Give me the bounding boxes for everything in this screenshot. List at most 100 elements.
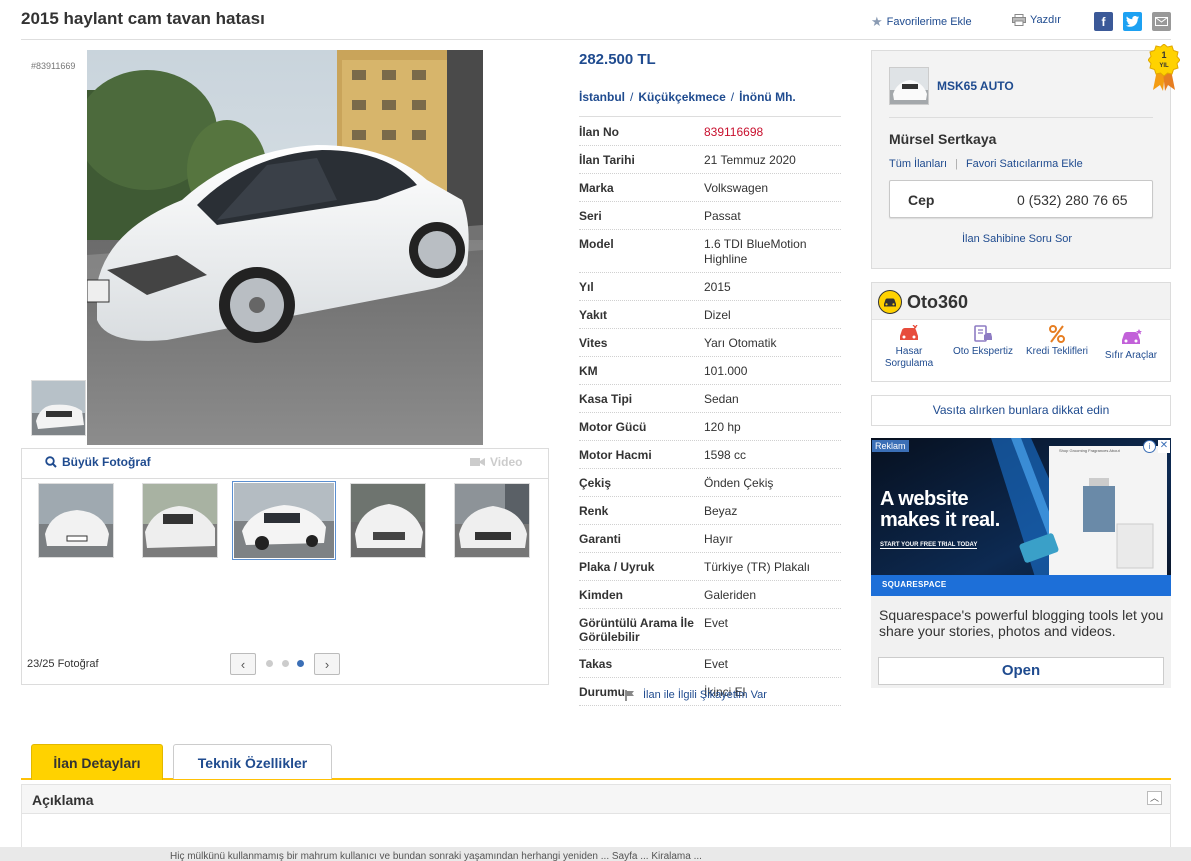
prev-page-button[interactable]: ‹: [230, 653, 256, 675]
tab-ad-details[interactable]: İlan Detayları: [31, 744, 163, 780]
spec-value: Galeriden: [704, 588, 757, 602]
damaged-car-icon: [900, 325, 918, 340]
spec-row: Garanti Hayır: [579, 525, 841, 553]
oto360-expertise[interactable]: Oto Ekspertiz: [948, 325, 1018, 358]
printer-icon: [1012, 14, 1026, 26]
oto360-item-label: Oto Ekspertiz: [952, 346, 1014, 357]
spec-row: Renk Beyaz: [579, 497, 841, 525]
oto360-item-label: Hasar Sorgulama: [884, 346, 934, 369]
add-favorites-link[interactable]: ★ Favorilerime Ekle: [871, 14, 972, 30]
svg-text:1: 1: [1161, 50, 1166, 60]
spec-row: İlan Tarihi 21 Temmuz 2020: [579, 146, 841, 174]
spec-value: 2015: [704, 280, 731, 294]
spec-row: Yıl 2015: [579, 273, 841, 301]
gallery-divider: [21, 478, 549, 479]
spec-key: İlan Tarihi: [579, 153, 635, 167]
video-label: Video: [490, 455, 523, 469]
store-name-link[interactable]: MSK65 AUTO: [937, 79, 1014, 93]
page-dot[interactable]: [266, 660, 273, 667]
percent-icon: [1049, 325, 1065, 343]
store-logo[interactable]: [889, 67, 929, 105]
chevron-left-icon: ‹: [240, 656, 246, 672]
phone-number[interactable]: 0 (532) 280 76 65: [1017, 192, 1128, 208]
location-district-link[interactable]: Küçükçekmece: [638, 90, 725, 104]
ask-seller-link[interactable]: İlan Sahibine Soru Sor: [962, 233, 1072, 245]
page-dot-active[interactable]: [297, 660, 304, 667]
spec-row: İlan No 839116698: [579, 118, 841, 146]
tab-technical-specs[interactable]: Teknik Özellikler: [173, 744, 332, 779]
main-car-photo[interactable]: [87, 50, 483, 445]
oto360-item-label: Kredi Teklifleri: [1025, 346, 1089, 357]
spec-key: Kimden: [579, 588, 624, 602]
print-link[interactable]: Yazdır: [1012, 14, 1061, 26]
spec-value: Sedan: [704, 392, 739, 406]
favorite-seller-link[interactable]: Favori Satıcılarıma Ekle: [966, 158, 1083, 170]
phone-label: Cep: [908, 192, 935, 208]
breadcrumb: İstanbul / Küçükçekmece / İnönü Mh.: [579, 90, 796, 104]
header-divider: [21, 39, 1171, 40]
spec-row: Takas Evet: [579, 650, 841, 678]
ad-open-button[interactable]: Open: [878, 657, 1164, 685]
add-favorites-label: Favorilerime Ekle: [886, 16, 972, 28]
oto360-damage-query[interactable]: Hasar Sorgulama: [874, 325, 944, 370]
ad-number-small: #83911669: [31, 61, 76, 71]
spec-key: İlan No: [579, 125, 620, 139]
big-photo-link[interactable]: Büyük Fotoğraf: [45, 455, 151, 469]
ad-close-icon[interactable]: ✕: [1158, 440, 1170, 453]
spec-key: Yakıt: [579, 308, 608, 322]
spec-row: Marka Volkswagen: [579, 174, 841, 202]
video-link[interactable]: Video: [470, 455, 522, 469]
svg-text:Shop Grooming Fragrances: Shop Grooming Fragrances About: [1059, 448, 1121, 453]
new-car-icon: [1122, 329, 1142, 344]
chevron-right-icon: ›: [324, 656, 330, 672]
spec-value: 1.6 TDI BlueMotion Highline: [704, 237, 807, 266]
gallery-thumbnail[interactable]: [454, 483, 530, 558]
all-ads-link[interactable]: Tüm İlanları: [889, 158, 947, 170]
twitter-share-icon[interactable]: [1123, 12, 1142, 31]
big-photo-label: Büyük Fotoğraf: [62, 455, 151, 469]
oto360-new-cars[interactable]: Sıfır Araçlar: [1096, 329, 1166, 362]
spec-row: Model 1.6 TDI BlueMotion Highline: [579, 230, 841, 273]
ad-small-cta[interactable]: START YOUR FREE TRIAL TODAY: [880, 542, 978, 549]
ad-tag: Reklam: [872, 440, 909, 452]
spec-row: Yakıt Dizel: [579, 301, 841, 329]
ad-headline: A website makes it real.: [880, 489, 1000, 531]
ad-headline-line: makes it real.: [880, 509, 1000, 531]
gallery-thumbnail[interactable]: [38, 483, 114, 558]
chevron-up-icon: ︿: [1149, 793, 1159, 803]
spec-value: Önden Çekiş: [704, 476, 774, 490]
spec-row: Vites Yarı Otomatik: [579, 329, 841, 357]
gallery-thumbnail[interactable]: [142, 483, 218, 558]
spec-value: Evet: [704, 616, 729, 630]
next-page-button[interactable]: ›: [314, 653, 340, 675]
email-share-icon[interactable]: [1152, 12, 1171, 31]
facebook-share-icon[interactable]: f: [1094, 12, 1113, 31]
location-neighborhood-link[interactable]: İnönü Mh.: [739, 90, 796, 104]
ad-headline-line: A website: [880, 488, 969, 510]
spec-row: Motor Hacmi 1598 cc: [579, 441, 841, 469]
spec-key: Renk: [579, 504, 609, 518]
magnifier-icon: [45, 456, 57, 468]
collapse-button[interactable]: ︿: [1147, 791, 1162, 805]
gallery-thumbnail-active[interactable]: [232, 481, 336, 560]
spec-row: Kimden Galeriden: [579, 581, 841, 609]
description-title: Açıklama: [32, 792, 94, 808]
star-icon: ★: [871, 14, 883, 29]
spec-row: KM 101.000: [579, 357, 841, 385]
ad-info-icon[interactable]: i: [1143, 440, 1156, 453]
spec-value: Beyaz: [704, 504, 738, 518]
buying-tips-link[interactable]: Vasıta alırken bunlara dikkat edin: [871, 395, 1171, 426]
page-dot[interactable]: [282, 660, 289, 667]
oto360-item-label: Sıfır Araçlar: [1104, 350, 1158, 361]
spec-key: Yıl: [579, 280, 594, 294]
spec-table: İlan No 839116698 İlan Tarihi 21 Temmuz 202…: [579, 118, 841, 706]
gallery-thumbnail[interactable]: [350, 483, 426, 558]
complaint-link[interactable]: İlan ile İlgili Şikayetim Var: [625, 689, 767, 701]
oto360-credit[interactable]: Kredi Teklifleri: [1022, 325, 1092, 358]
oto360-title: Oto360: [907, 292, 969, 312]
spec-row: Çekiş Önden Çekiş: [579, 469, 841, 497]
photo-counter: 23/25 Fotoğraf: [27, 658, 99, 670]
location-city-link[interactable]: İstanbul: [579, 90, 625, 104]
spec-value: Türkiye (TR) Plakalı: [704, 560, 811, 574]
side-thumbnail[interactable]: [31, 380, 86, 436]
